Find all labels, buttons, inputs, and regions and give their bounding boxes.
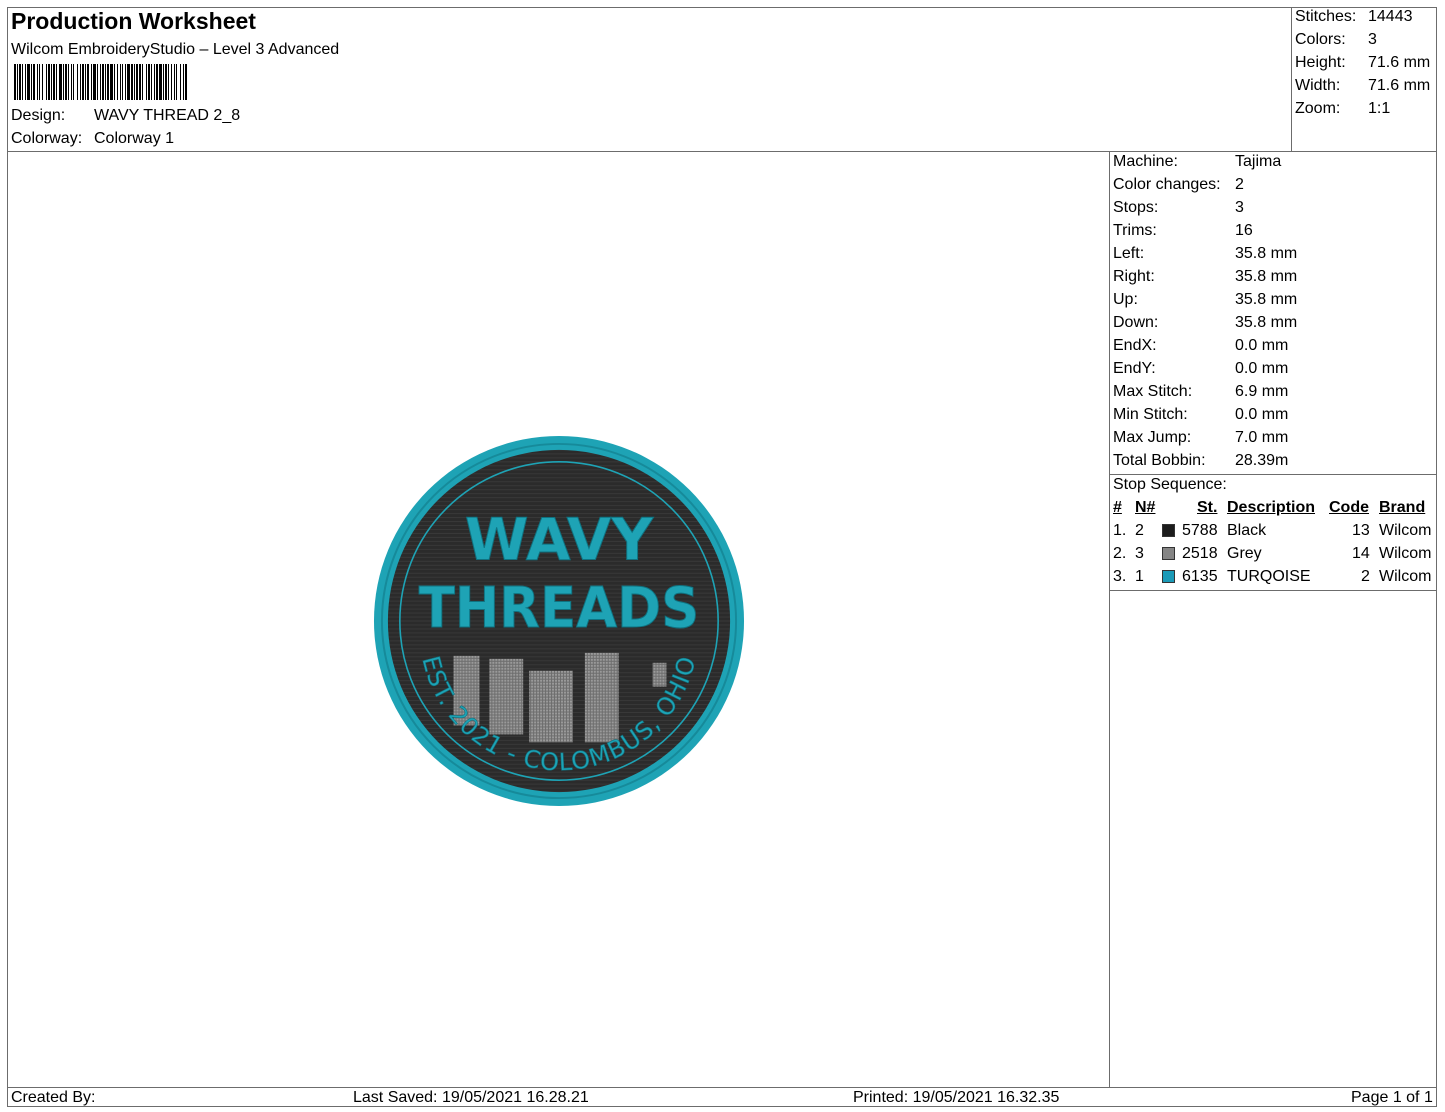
header-divider bbox=[7, 151, 1437, 152]
stop-sequence-title: Stop Sequence: bbox=[1113, 476, 1227, 493]
col-header-stitches: St. bbox=[1197, 499, 1218, 516]
row-description: TURQOISE bbox=[1227, 568, 1311, 585]
trims-value: 16 bbox=[1235, 222, 1253, 239]
row-stitches: 2518 bbox=[1182, 545, 1218, 562]
machine-label: Machine: bbox=[1113, 153, 1178, 170]
col-header-needle: N# bbox=[1135, 499, 1156, 516]
patch-title-line2: THREADS bbox=[419, 576, 700, 641]
trims-label: Trims: bbox=[1113, 222, 1157, 239]
stitches-value: 14443 bbox=[1368, 8, 1413, 25]
embroidery-design-preview: WAVY THREADS EST. 2021 - COLOMBUS, OHIO bbox=[373, 435, 745, 807]
stitches-label: Stitches: bbox=[1295, 8, 1357, 25]
design-value: WAVY THREAD 2_8 bbox=[94, 107, 241, 124]
page-title: Production Worksheet bbox=[11, 8, 256, 34]
page-number: Page 1 of 1 bbox=[1351, 1089, 1433, 1106]
row-code: 2 bbox=[1361, 568, 1370, 585]
endy-value: 0.0 mm bbox=[1235, 360, 1289, 377]
stops-label: Stops: bbox=[1113, 199, 1159, 216]
width-label: Width: bbox=[1295, 77, 1341, 94]
colorway-label: Colorway: bbox=[11, 130, 83, 147]
design-label: Design: bbox=[11, 107, 66, 124]
min-stitch-label: Min Stitch: bbox=[1113, 406, 1188, 423]
up-label: Up: bbox=[1113, 291, 1138, 308]
height-label: Height: bbox=[1295, 54, 1346, 71]
row-description: Grey bbox=[1227, 545, 1262, 562]
right-label: Right: bbox=[1113, 268, 1155, 285]
row-num: 3. bbox=[1113, 568, 1127, 585]
software-name: Wilcom EmbroideryStudio – Level 3 Advanc… bbox=[11, 41, 340, 58]
last-saved: Last Saved: 19/05/2021 16.28.21 bbox=[353, 1089, 589, 1106]
row-stitches: 6135 bbox=[1182, 568, 1218, 585]
row-num: 1. bbox=[1113, 522, 1127, 539]
total-bobbin-label: Total Bobbin: bbox=[1113, 452, 1206, 469]
up-value: 35.8 mm bbox=[1235, 291, 1298, 308]
colorway-value: Colorway 1 bbox=[94, 130, 175, 147]
row-brand: Wilcom bbox=[1379, 545, 1432, 562]
down-value: 35.8 mm bbox=[1235, 314, 1298, 331]
max-stitch-value: 6.9 mm bbox=[1235, 383, 1289, 400]
down-label: Down: bbox=[1113, 314, 1159, 331]
row-brand: Wilcom bbox=[1379, 522, 1432, 539]
max-jump-label: Max Jump: bbox=[1113, 429, 1192, 446]
sidebar-divider bbox=[1109, 151, 1110, 1087]
footer-divider bbox=[7, 1087, 1437, 1088]
total-bobbin-value: 28.39m bbox=[1235, 452, 1289, 469]
stops-value: 3 bbox=[1235, 199, 1244, 216]
endx-label: EndX: bbox=[1113, 337, 1157, 354]
zoom-value: 1:1 bbox=[1368, 100, 1391, 117]
summary-divider bbox=[1291, 7, 1292, 151]
color-swatch-grey bbox=[1162, 547, 1175, 560]
barcode bbox=[14, 64, 322, 100]
right-value: 35.8 mm bbox=[1235, 268, 1298, 285]
row-brand: Wilcom bbox=[1379, 568, 1432, 585]
left-value: 35.8 mm bbox=[1235, 245, 1298, 262]
colors-label: Colors: bbox=[1295, 31, 1346, 48]
color-swatch-turquoise bbox=[1162, 570, 1175, 583]
col-header-brand: Brand bbox=[1379, 499, 1426, 516]
row-stitches: 5788 bbox=[1182, 522, 1218, 539]
row-needle: 3 bbox=[1135, 545, 1144, 562]
colors-value: 3 bbox=[1368, 31, 1377, 48]
endy-label: EndY: bbox=[1113, 360, 1156, 377]
row-description: Black bbox=[1227, 522, 1267, 539]
row-needle: 2 bbox=[1135, 522, 1144, 539]
color-changes-label: Color changes: bbox=[1113, 176, 1221, 193]
created-by: Created By: bbox=[11, 1089, 96, 1106]
width-value: 71.6 mm bbox=[1368, 77, 1431, 94]
height-value: 71.6 mm bbox=[1368, 54, 1431, 71]
properties-divider bbox=[1109, 474, 1437, 475]
left-label: Left: bbox=[1113, 245, 1145, 262]
machine-value: Tajima bbox=[1235, 153, 1282, 170]
row-code: 13 bbox=[1352, 522, 1370, 539]
col-header-description: Description bbox=[1227, 499, 1316, 516]
row-num: 2. bbox=[1113, 545, 1127, 562]
max-stitch-label: Max Stitch: bbox=[1113, 383, 1193, 400]
zoom-label: Zoom: bbox=[1295, 100, 1341, 117]
sequence-divider bbox=[1109, 590, 1437, 591]
color-changes-value: 2 bbox=[1235, 176, 1244, 193]
patch-title-line1: WAVY bbox=[465, 505, 654, 573]
min-stitch-value: 0.0 mm bbox=[1235, 406, 1289, 423]
printed-date: Printed: 19/05/2021 16.32.35 bbox=[853, 1089, 1060, 1106]
col-header-code: Code bbox=[1329, 499, 1369, 516]
row-needle: 1 bbox=[1135, 568, 1144, 585]
row-code: 14 bbox=[1352, 545, 1370, 562]
col-header-num: # bbox=[1113, 499, 1122, 516]
endx-value: 0.0 mm bbox=[1235, 337, 1289, 354]
max-jump-value: 7.0 mm bbox=[1235, 429, 1289, 446]
color-swatch-black bbox=[1162, 524, 1175, 537]
